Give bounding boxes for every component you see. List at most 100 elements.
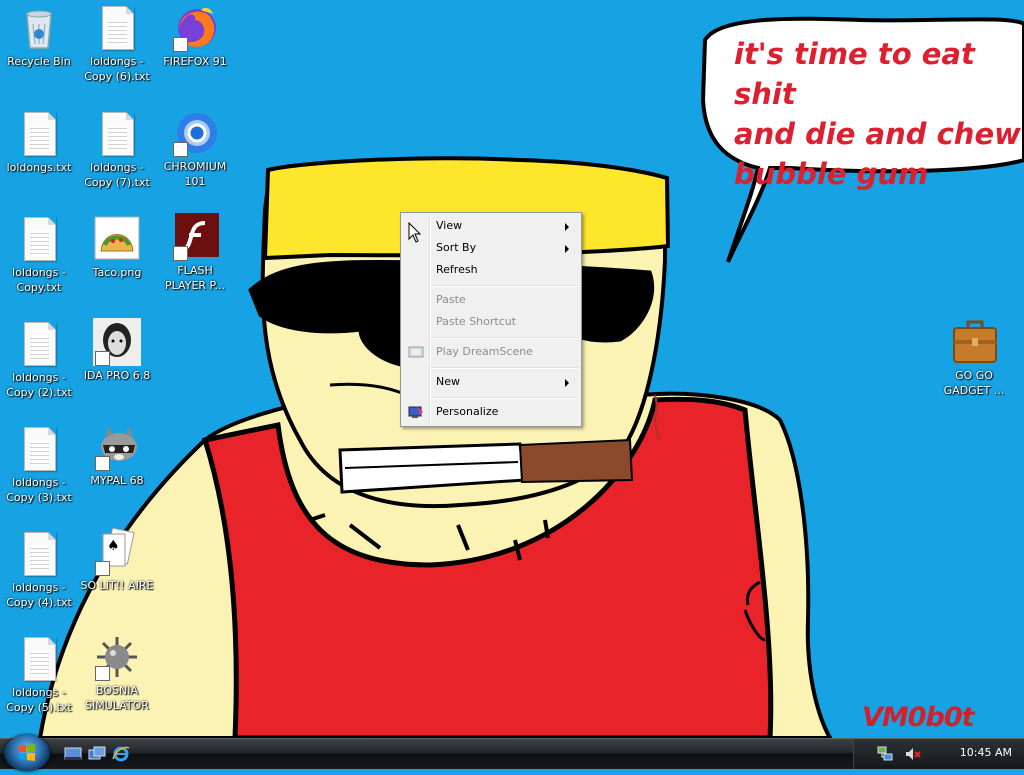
briefcase-icon bbox=[950, 318, 998, 366]
icon-label: loldongs - Copy (3).txt bbox=[6, 476, 72, 504]
desktop-icon-chromium[interactable]: CHROMIUM 101 bbox=[157, 109, 233, 189]
menu-item-personalize[interactable]: Personalize bbox=[403, 401, 579, 423]
submenu-arrow-icon bbox=[565, 223, 569, 231]
desktop-icon-txt-file[interactable]: loldongs.txt bbox=[1, 110, 77, 175]
mouse-cursor-icon bbox=[408, 222, 422, 243]
shortcut-arrow-icon bbox=[95, 351, 110, 366]
text-file-icon bbox=[15, 320, 63, 368]
menu-item-label: View bbox=[436, 219, 463, 232]
desktop-icon-txt-file[interactable]: loldongs - Copy (5).txt bbox=[1, 635, 77, 715]
desktop-icon-flash-player[interactable]: FLASH PLAYER P... bbox=[157, 213, 233, 293]
desktop-icon-taco-png[interactable]: Taco.png bbox=[79, 215, 155, 280]
shortcut-arrow-icon bbox=[173, 37, 188, 52]
svg-text:♠: ♠ bbox=[107, 538, 120, 554]
menu-item-label: Refresh bbox=[436, 263, 478, 276]
menu-separator bbox=[431, 397, 579, 399]
icon-label: GO GO GADGET ... bbox=[943, 369, 1005, 397]
text-file-icon bbox=[15, 635, 63, 683]
taskbar: 10:45 AM bbox=[0, 735, 1024, 771]
icon-label: loldongs - Copy.txt bbox=[12, 266, 66, 294]
volume-muted-icon[interactable] bbox=[904, 745, 922, 763]
desktop-icon-mypal[interactable]: MYPAL 68 bbox=[79, 423, 155, 488]
menu-item-label: Paste bbox=[436, 293, 466, 306]
menu-item-paste-shortcut[interactable]: Paste Shortcut bbox=[403, 311, 579, 333]
ida-pro-icon bbox=[93, 318, 141, 366]
start-button[interactable] bbox=[4, 735, 50, 771]
menu-item-play-dreamscene[interactable]: Play DreamScene bbox=[403, 341, 579, 363]
menu-item-new[interactable]: New bbox=[403, 371, 579, 393]
menu-item-label: Sort By bbox=[436, 241, 477, 254]
personalize-icon bbox=[408, 404, 424, 420]
desktop-icon-txt-file[interactable]: loldongs - Copy (4).txt bbox=[1, 530, 77, 610]
text-file-icon bbox=[15, 215, 63, 263]
speech-bubble-text: it's time to eat shit and die and chew b… bbox=[734, 37, 1021, 191]
shortcut-arrow-icon bbox=[95, 666, 110, 681]
desktop-icon-solitaire[interactable]: ♠ SO LIT!! AIRE bbox=[79, 527, 155, 593]
desktop-icon-bosnia-simulator[interactable]: BOSNIA SIMULATOR bbox=[79, 633, 155, 713]
text-file-icon bbox=[93, 110, 141, 158]
notification-area: 10:45 AM bbox=[853, 739, 1024, 769]
menu-item-view[interactable]: View bbox=[403, 215, 579, 237]
icon-label: loldongs - Copy (4).txt bbox=[6, 581, 72, 609]
submenu-arrow-icon bbox=[565, 245, 569, 253]
taco-image-icon bbox=[93, 215, 141, 263]
submenu-arrow-icon bbox=[565, 379, 569, 387]
recycle-bin-icon bbox=[15, 4, 63, 52]
text-file-icon bbox=[15, 110, 63, 158]
desktop-icon-txt-file[interactable]: loldongs - Copy (6).txt bbox=[79, 4, 155, 84]
menu-separator bbox=[431, 337, 579, 339]
icon-label: IDA PRO 6.8 bbox=[83, 369, 151, 382]
shortcut-arrow-icon bbox=[173, 142, 188, 157]
show-desktop-icon[interactable] bbox=[64, 745, 82, 763]
text-file-icon bbox=[15, 425, 63, 473]
icon-label: Taco.png bbox=[92, 266, 142, 279]
menu-separator bbox=[431, 367, 579, 369]
icon-label: FLASH PLAYER P... bbox=[165, 264, 225, 292]
text-file-icon bbox=[93, 4, 141, 52]
icon-label: loldongs - Copy (5).txt bbox=[6, 686, 72, 714]
desktop-icon-go-go-gadget[interactable]: GO GO GADGET ... bbox=[936, 318, 1012, 398]
icon-label: FIREFOX 91 bbox=[163, 55, 227, 68]
menu-item-paste[interactable]: Paste bbox=[403, 289, 579, 311]
menu-item-label: Personalize bbox=[436, 405, 499, 418]
icon-label: BOSNIA SIMULATOR bbox=[85, 684, 149, 712]
icon-label: CHROMIUM 101 bbox=[163, 160, 227, 188]
menu-item-label: New bbox=[436, 375, 460, 388]
shortcut-arrow-icon bbox=[95, 561, 110, 576]
icon-label: loldongs - Copy (7).txt bbox=[84, 161, 150, 189]
solitaire-icon: ♠ bbox=[93, 527, 141, 576]
desktop-icon-txt-file[interactable]: loldongs - Copy (2).txt bbox=[1, 320, 77, 400]
desktop-context-menu: View Sort By Refresh Paste Paste Shortcu… bbox=[400, 212, 582, 427]
desktop[interactable]: it's time to eat shit and die and chew b… bbox=[0, 0, 1024, 738]
desktop-icon-txt-file[interactable]: loldongs - Copy.txt bbox=[1, 215, 77, 295]
text-file-icon bbox=[15, 530, 63, 578]
menu-item-label: Paste Shortcut bbox=[436, 315, 517, 328]
artist-signature: VM0b0t bbox=[862, 702, 975, 733]
switch-windows-icon[interactable] bbox=[88, 745, 106, 763]
desktop-icon-txt-file[interactable]: loldongs - Copy (7).txt bbox=[79, 110, 155, 190]
desktop-icon-recycle-bin[interactable]: Recycle Bin bbox=[1, 4, 77, 69]
desktop-icon-ida-pro[interactable]: IDA PRO 6.8 bbox=[79, 318, 155, 383]
icon-label: loldongs - Copy (6).txt bbox=[84, 55, 150, 83]
menu-separator bbox=[431, 285, 579, 287]
internet-explorer-icon[interactable] bbox=[112, 745, 130, 763]
menu-item-sort-by[interactable]: Sort By bbox=[403, 237, 579, 259]
icon-label: Recycle Bin bbox=[7, 55, 71, 68]
desktop-icon-txt-file[interactable]: loldongs - Copy (3).txt bbox=[1, 425, 77, 505]
menu-item-label: Play DreamScene bbox=[436, 345, 533, 358]
icon-label: MYPAL 68 bbox=[90, 474, 144, 487]
icon-label: loldongs - Copy (2).txt bbox=[6, 371, 72, 399]
clock[interactable]: 10:45 AM bbox=[960, 746, 1012, 759]
network-icon[interactable] bbox=[876, 745, 894, 763]
desktop-icon-firefox[interactable]: FIREFOX 91 bbox=[157, 4, 233, 69]
mypal-raccoon-icon bbox=[93, 423, 141, 471]
shortcut-arrow-icon bbox=[173, 246, 188, 261]
firefox-icon bbox=[171, 4, 219, 52]
icon-label: loldongs.txt bbox=[6, 161, 72, 174]
icon-label: SO LIT!! AIRE bbox=[80, 579, 154, 592]
windows-logo-icon bbox=[19, 744, 35, 761]
shortcut-arrow-icon bbox=[95, 456, 110, 471]
flash-player-icon bbox=[171, 213, 219, 261]
minesweeper-mine-icon bbox=[93, 633, 141, 681]
menu-item-refresh[interactable]: Refresh bbox=[403, 259, 579, 281]
